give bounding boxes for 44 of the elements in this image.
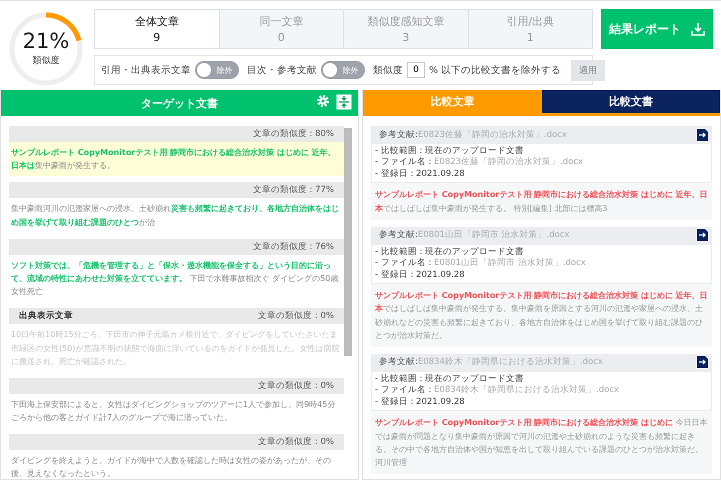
range-line: - 比較範囲 : 現在のアップロード文書: [375, 374, 526, 385]
reference-title: 参考文献:E0801山田「静岡市 治水対策」.docx: [379, 229, 570, 242]
sentence-score: 文章の類似度 : 77%: [252, 184, 334, 196]
similarity-label: 類似度: [32, 54, 60, 67]
document-arrow-icon[interactable]: [697, 229, 708, 242]
sentence-text[interactable]: サンプルレポート CopyMonitorテスト用 静岡市における総合治水対策 はじめに 近年、日本は集中豪雨が発生する。: [9, 142, 344, 176]
reference-title: 参考文献:E0823佐藤「静岡の治水対策」.docx: [379, 128, 567, 140]
document-arrow-icon[interactable]: [697, 356, 708, 368]
date-line: - 登録日 : 2021.09.28: [375, 168, 466, 180]
collapse-icon[interactable]: [336, 94, 352, 110]
scrollbar[interactable]: [344, 128, 352, 356]
sentence-score: 文章の類似度 : 76%: [252, 240, 334, 253]
filter-tab[interactable]: 類似度感知文章 3: [343, 10, 468, 48]
exclude-toggle[interactable]: 除外: [321, 61, 365, 79]
similarity-percent: 21%: [22, 31, 70, 52]
threshold-text: % 以下の比較文書を除外する: [429, 64, 562, 76]
date-line: - 登録日 : 2021.09.28: [375, 396, 466, 408]
panel-title: ターゲット文書: [141, 96, 218, 110]
date-line: - 登録日 : 2021.09.28: [375, 270, 466, 282]
sentence-score: 文章の類似度 : 0%: [258, 310, 334, 322]
range-line: - 比較範囲 : 現在のアップロード文書: [375, 146, 526, 157]
matched-excerpt: サンプルレポート CopyMonitorテスト用 静岡市における総合治水対策 はじめに 近年、日本ではしばしば集中豪雨が発生する。 特別[編集] 北部には標高3: [371, 183, 712, 220]
sentence-score: 文章の類似度 : 0%: [258, 436, 334, 448]
sentence-score: 文章の類似度 : 80%: [252, 128, 334, 140]
file-line: - ファイル名 : E0823佐藤「静岡の治水対策」.docx: [375, 157, 584, 169]
sentence-score: 文章の類似度 : 0%: [258, 380, 334, 392]
file-line: - ファイル名 : E0834鈴木「静岡県における治水対策」.docx: [375, 385, 620, 397]
matched-excerpt: サンプルレポート CopyMonitorテスト用 静岡市における総合治水対策 はじめに 近年、日本ではしばしば集中豪雨が発生する。集中豪雨を原因とする河川の氾濫や家屋への浸水、土砂崩れなどの災害も頻繁に起きており、各地方自治体をはじめ国を挙げて取り組む課題のひとつが治水対策だ。: [371, 284, 712, 347]
filter-tab[interactable]: 引用/出典 1: [468, 10, 592, 48]
threshold-label: 類似度: [373, 64, 403, 76]
filter-tab[interactable]: 同一文章 0: [218, 10, 343, 48]
toggle-label: 引用・出典表示文章: [101, 64, 191, 76]
compare-tab[interactable]: 比較文書: [542, 90, 720, 113]
reference-title: 参考文献:E0834鈴木「静岡県における治水対策」.docx: [379, 356, 603, 368]
exclude-toggle[interactable]: 除外: [195, 61, 239, 79]
compare-tab[interactable]: 比較文章: [363, 90, 542, 113]
toggle-label: 目次・参考文献: [247, 64, 317, 76]
citation-label: 出典表示文章: [19, 310, 73, 322]
range-line: - 比較範囲 : 現在のアップロード文書: [375, 246, 526, 258]
file-line: - ファイル名 : E0801山田「静岡市 治水対策」.docx: [375, 258, 587, 270]
report-button[interactable]: 結果レポート: [601, 9, 713, 49]
document-arrow-icon[interactable]: [697, 128, 708, 140]
download-icon: [691, 22, 705, 36]
matched-excerpt: サンプルレポート CopyMonitorテスト用 静岡市における総合治水対策 はじめに 今日日本では豪雨が問題となり集中豪雨が原因で河川の氾濫や土砂崩れのような災害も頻繁に起きる。その中で各地方自治体や国が知恵を出して取り組んでいる課題のひとつが治水対策だ。河川管理: [371, 411, 712, 474]
